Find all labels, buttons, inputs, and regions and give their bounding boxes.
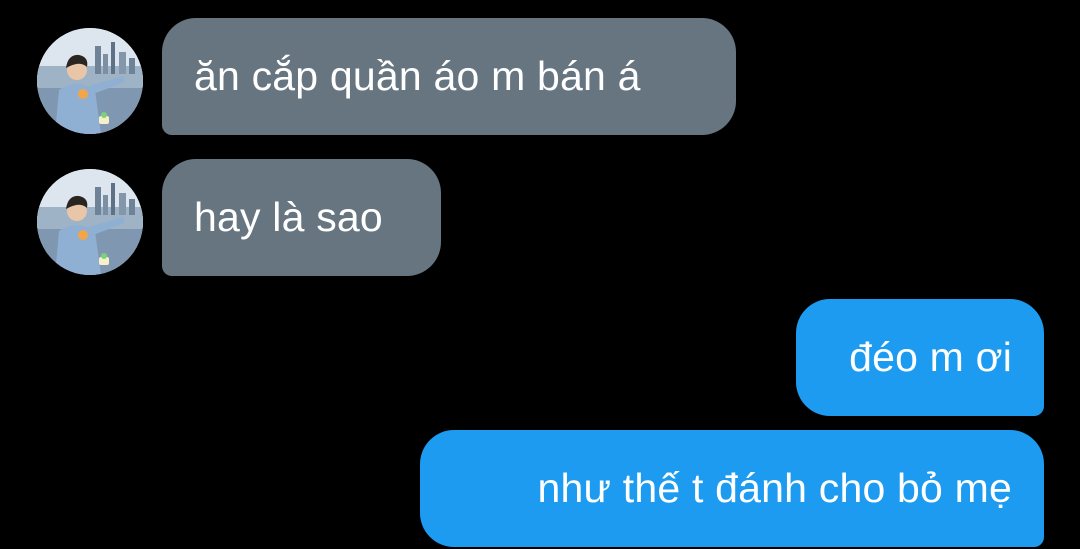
avatar-photo-icon — [37, 169, 143, 275]
contact-avatar[interactable] — [37, 28, 143, 134]
contact-avatar[interactable] — [37, 169, 143, 275]
avatar-photo-icon — [37, 28, 143, 134]
message-text: ăn cắp quần áo m bán á — [194, 53, 641, 99]
sent-message-bubble[interactable]: như thế t đánh cho bỏ mẹ — [420, 430, 1044, 547]
message-text: hay là sao — [194, 194, 383, 240]
message-text: đéo m ơi — [849, 334, 1012, 380]
message-text: như thế t đánh cho bỏ mẹ — [537, 465, 1012, 511]
sent-message-bubble[interactable]: đéo m ơi — [796, 299, 1044, 416]
received-message-bubble[interactable]: ăn cắp quần áo m bán á — [162, 18, 736, 135]
received-message-bubble[interactable]: hay là sao — [162, 159, 441, 276]
